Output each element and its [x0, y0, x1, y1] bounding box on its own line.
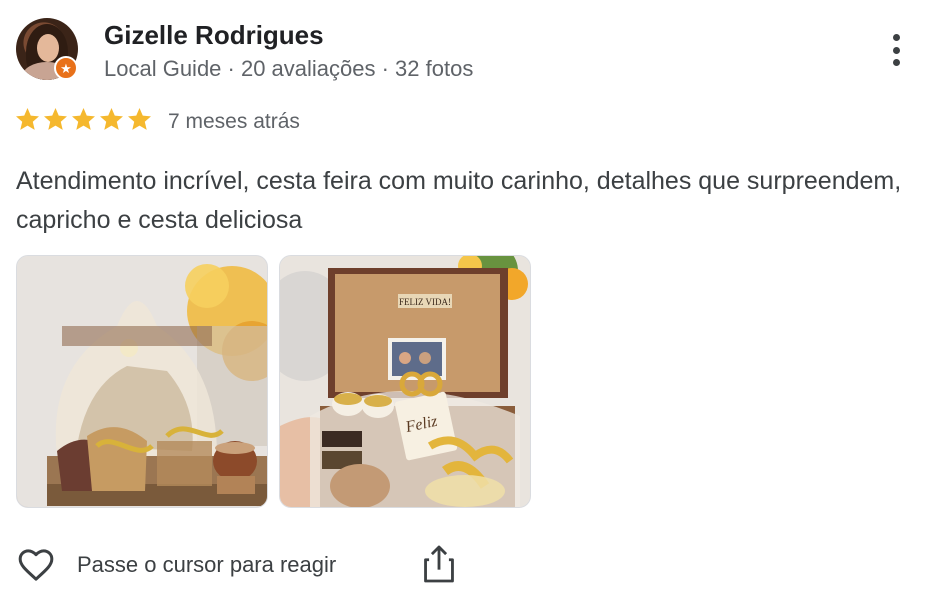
heart-icon[interactable]	[16, 545, 56, 585]
review-text: Atendimento incrível, cesta feira com mu…	[16, 167, 902, 234]
star-icon	[128, 108, 151, 130]
photo-2-image: FELIZ VIDA! Feliz	[280, 256, 530, 507]
star-icon	[44, 108, 67, 130]
react-label[interactable]: Passe o cursor para reagir	[77, 552, 336, 578]
review-photo-1[interactable]	[16, 255, 268, 508]
photo-1-image	[17, 256, 267, 507]
star-icon	[72, 108, 95, 130]
more-vertical-icon-dot	[892, 46, 900, 54]
star-icon	[16, 108, 39, 130]
photo-frame-text: FELIZ VIDA!	[399, 297, 451, 307]
local-guide-star-icon: ★	[54, 56, 78, 80]
reviewer-meta: Local Guide · 20 avaliações · 32 fotos	[104, 56, 474, 81]
rating-stars	[14, 106, 153, 133]
more-options-button[interactable]	[880, 30, 912, 70]
star-icon	[100, 108, 123, 130]
more-vertical-icon-dot	[892, 59, 900, 66]
more-vertical-icon-dot	[892, 34, 900, 41]
share-icon[interactable]	[422, 544, 456, 584]
avatar-face	[37, 34, 59, 62]
reviewer-name[interactable]: Gizelle Rodrigues	[104, 20, 324, 51]
review-photo-2[interactable]: FELIZ VIDA! Feliz	[279, 255, 531, 508]
review-time: 7 meses atrás	[168, 110, 300, 133]
